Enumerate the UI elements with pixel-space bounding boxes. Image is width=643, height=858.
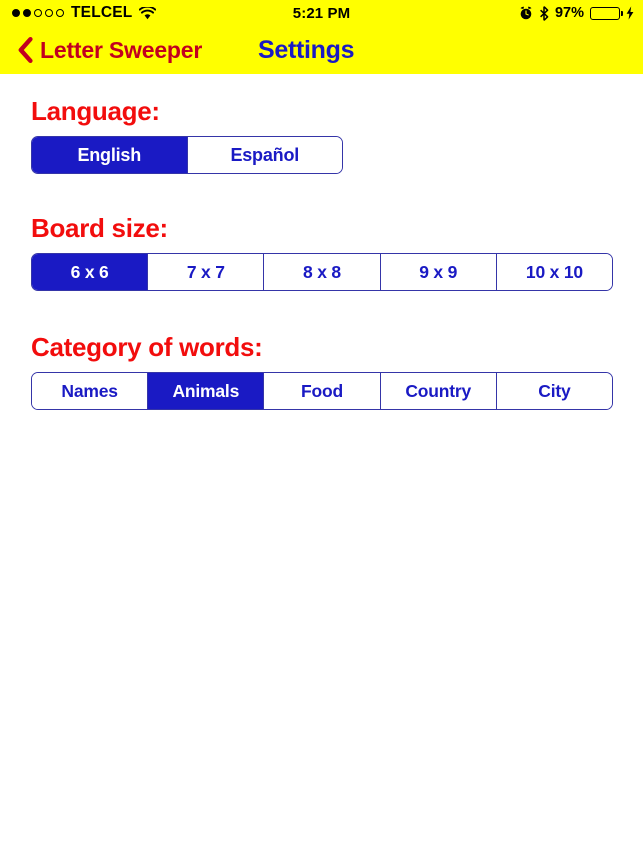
- segment-food[interactable]: Food: [263, 373, 380, 409]
- segment-10x10[interactable]: 10 x 10: [495, 254, 612, 290]
- section-title-category-of-words: Category of words:: [31, 332, 263, 362]
- segment-names[interactable]: Names: [32, 373, 148, 409]
- page-title: Settings: [258, 35, 355, 64]
- board-size-segmented-control[interactable]: 6 x 6 7 x 7 8 x 8 9 x 9 10 x 10: [31, 253, 613, 291]
- segment-city[interactable]: City: [495, 373, 612, 409]
- segment-9x9[interactable]: 9 x 9: [379, 254, 496, 290]
- back-button[interactable]: Letter Sweeper: [18, 37, 202, 64]
- category-segmented-control[interactable]: Names Animals Food Country City: [31, 372, 613, 410]
- language-segmented-control[interactable]: English Español: [31, 136, 343, 174]
- segment-7x7[interactable]: 7 x 7: [147, 254, 264, 290]
- app-screen: TELCEL 5:21 PM 97% Letter Sweeper Settin…: [0, 0, 643, 858]
- settings-content: Language: English Español Board size: 6 …: [0, 74, 643, 858]
- section-title-board-size: Board size:: [31, 213, 168, 243]
- segment-8x8[interactable]: 8 x 8: [263, 254, 380, 290]
- status-bar: TELCEL 5:21 PM 97%: [0, 0, 643, 26]
- section-language: Language: English Español: [31, 96, 343, 174]
- battery-icon: [590, 6, 624, 20]
- section-board-size: Board size: 6 x 6 7 x 7 8 x 8 9 x 9 10 x…: [31, 213, 613, 291]
- section-title-language: Language:: [31, 96, 160, 126]
- bluetooth-icon: [539, 5, 549, 21]
- alarm-clock-icon: [519, 6, 533, 20]
- segment-6x6[interactable]: 6 x 6: [32, 254, 148, 290]
- chevron-left-icon[interactable]: [18, 37, 33, 63]
- status-bar-right: 97%: [519, 5, 634, 21]
- lightning-bolt-icon: [626, 6, 634, 20]
- segment-english[interactable]: English: [32, 137, 187, 173]
- section-category-of-words: Category of words: Names Animals Food Co…: [31, 332, 613, 410]
- segment-country[interactable]: Country: [379, 373, 496, 409]
- battery-percent-label: 97%: [554, 5, 584, 21]
- segment-espanol[interactable]: Español: [186, 137, 342, 173]
- segment-animals[interactable]: Animals: [147, 373, 264, 409]
- back-button-label[interactable]: Letter Sweeper: [40, 37, 202, 64]
- navigation-bar: Letter Sweeper Settings: [0, 26, 643, 74]
